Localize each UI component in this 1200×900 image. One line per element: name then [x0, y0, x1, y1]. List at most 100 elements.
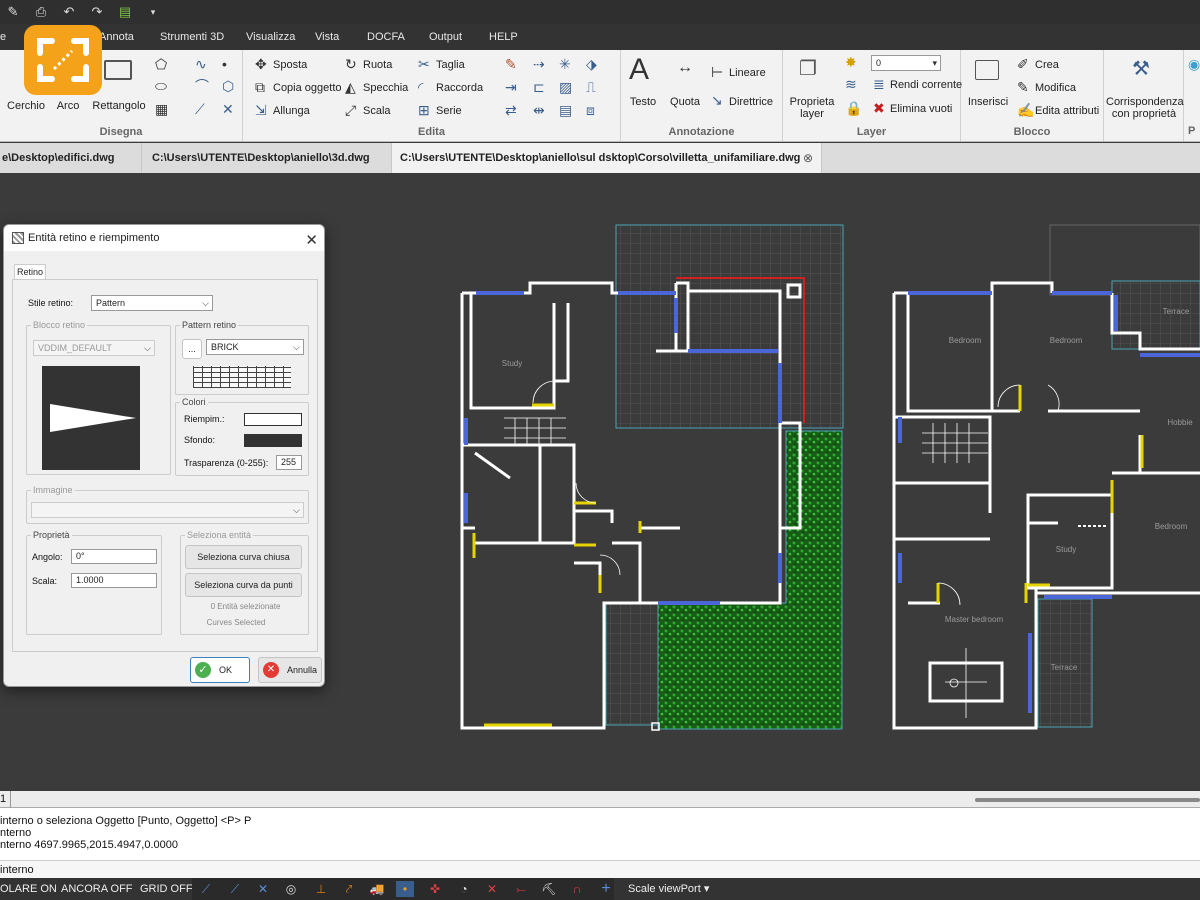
point-icon[interactable]: •	[222, 56, 227, 72]
pattern-dropdown[interactable]: BRICK ⌵	[206, 339, 304, 355]
seleziona-curva-punti-button[interactable]: Seleziona curva da punti	[185, 573, 302, 597]
annulla-button[interactable]: ✕ Annulla	[258, 657, 322, 683]
ray-icon[interactable]: ✕	[222, 101, 234, 117]
line-icon[interactable]: ⟋	[195, 101, 205, 117]
polyline-icon[interactable]: ⌒	[195, 78, 209, 94]
close-icon[interactable]: ✕	[305, 228, 318, 254]
proprieta-layer-button[interactable]: Proprieta layer	[785, 96, 839, 120]
layer-dropdown[interactable]: 0 ▾	[871, 55, 941, 71]
ok-button[interactable]: ✓ OK	[190, 657, 250, 683]
ancora-toggle[interactable]: ANCORA OFF	[61, 878, 133, 900]
hatch-icon[interactable]: ▦	[155, 101, 168, 117]
testo-button[interactable]: Testo	[623, 96, 663, 108]
undo-icon[interactable]: ↶	[60, 4, 78, 20]
polare-toggle[interactable]: OLARE ON	[0, 878, 57, 900]
tab-villetta[interactable]: C:\Users\UTENTE\Desktop\aniello\sul dskt…	[392, 143, 822, 173]
crea-button[interactable]: Crea	[1035, 58, 1059, 72]
ellipse-icon[interactable]: ⬭	[155, 78, 167, 94]
polygon-icon[interactable]: ⬠	[155, 56, 167, 72]
specchia-button[interactable]: Specchia	[363, 81, 408, 95]
join-icon[interactable]: ⇹	[533, 102, 545, 118]
order-icon[interactable]: ▤	[559, 102, 572, 118]
stile-dropdown[interactable]: Pattern ⌵	[91, 295, 213, 311]
osnap-midpoint-icon[interactable]: ⟋	[226, 881, 244, 897]
layout-tab[interactable]: 1	[0, 793, 6, 805]
horizontal-scrollbar[interactable]	[975, 798, 1200, 802]
osnap-nearest-icon[interactable]: ✜	[426, 881, 444, 897]
raccorda-button[interactable]: Raccorda	[436, 81, 483, 95]
menu-visualizza[interactable]: Visualizza	[246, 24, 295, 50]
layer-state-icon[interactable]: ✸	[845, 54, 857, 70]
scala-button[interactable]: Scala	[363, 104, 391, 118]
menu-output[interactable]: Output	[429, 24, 462, 50]
elimina-vuoti-button[interactable]: Elimina vuoti	[890, 102, 952, 116]
rendi-corrente-button[interactable]: Rendi corrente	[890, 78, 962, 92]
osnap-intersection-icon[interactable]: ✕	[254, 881, 272, 897]
menu-annota[interactable]: Annota	[99, 24, 134, 50]
layer-icon[interactable]: ▤	[116, 4, 134, 20]
arco-button[interactable]: Arco	[52, 100, 84, 112]
corrispondenza-button[interactable]: Corrispondenza con proprietà	[1106, 96, 1184, 120]
dropdown-icon[interactable]: ▾	[144, 7, 162, 18]
osnap-parallel-icon[interactable]: ⤚	[512, 881, 530, 897]
edita-attributi-button[interactable]: Edita attributi	[1035, 104, 1099, 118]
erase-icon[interactable]: ✎	[505, 56, 517, 72]
redo-icon[interactable]: ↷	[88, 4, 106, 20]
direttrice-button[interactable]: Direttrice	[729, 95, 773, 109]
fill-color-swatch[interactable]	[244, 413, 302, 426]
rettangolo-button[interactable]: Rettangolo	[92, 100, 146, 112]
serie-button[interactable]: Serie	[436, 104, 462, 118]
cerchio-button[interactable]: Cerchio	[6, 100, 46, 112]
osnap-endpoint-icon[interactable]: ⟋	[197, 881, 215, 897]
osnap-node-icon[interactable]: •	[396, 881, 414, 897]
sposta-button[interactable]: Sposta	[273, 58, 307, 72]
scale-viewport-dropdown[interactable]: Scale viewPort ▾	[628, 878, 709, 900]
lineare-button[interactable]: Lineare	[729, 66, 766, 80]
scala-input[interactable]: 1.0000	[71, 573, 157, 588]
break-icon[interactable]: ⇥	[505, 79, 517, 95]
menu-vista[interactable]: Vista	[315, 24, 339, 50]
extend-icon[interactable]: ⇢	[533, 56, 545, 72]
edit-polyline-icon[interactable]: ⬗	[586, 56, 597, 72]
lengthen-icon[interactable]: ⎍	[586, 79, 596, 95]
trasparenza-input[interactable]: 255	[276, 455, 302, 470]
taglia-button[interactable]: Taglia	[436, 58, 465, 72]
tab-3d[interactable]: C:\Users\UTENTE\Desktop\aniello\3d.dwg	[142, 143, 392, 173]
spline-icon[interactable]: ∿	[195, 56, 207, 72]
close-tab-icon[interactable]: ⊗	[803, 151, 813, 165]
layer-lock-icon[interactable]: 🔒	[845, 100, 862, 116]
osnap-extension-icon[interactable]: ⛏	[540, 881, 558, 897]
pattern-browse-button[interactable]: ...	[182, 339, 202, 359]
group-icon[interactable]: ⧈	[586, 102, 595, 118]
menu-docfa[interactable]: DOCFA	[367, 24, 405, 50]
angolo-input[interactable]: 0°	[71, 549, 157, 564]
osnap-insert-icon[interactable]: ◔	[455, 881, 473, 897]
menu-strumenti-3d[interactable]: Strumenti 3D	[160, 24, 224, 50]
osnap-tangent-icon[interactable]: ⤤	[340, 881, 358, 897]
osnap-quadrant-icon[interactable]: ⊥	[312, 881, 330, 897]
background-color-swatch[interactable]	[244, 434, 302, 447]
grid-toggle[interactable]: GRID OFF	[140, 878, 193, 900]
tab-edifici[interactable]: e\Desktop\edifici.dwg	[0, 143, 142, 173]
osnap-perpendicular-icon[interactable]: 🚚	[368, 881, 386, 897]
save-icon[interactable]: ✎	[4, 4, 22, 20]
explode-icon[interactable]: ✳	[559, 56, 571, 72]
osnap-center-icon[interactable]: ◎	[282, 881, 300, 897]
chamfer-icon[interactable]: ▨	[559, 79, 572, 95]
align-icon[interactable]: ⇄	[505, 102, 517, 118]
quota-button[interactable]: Quota	[665, 96, 705, 108]
offset-icon[interactable]: ⊏	[533, 79, 545, 95]
tab-retino[interactable]: Retino	[14, 264, 46, 280]
allunga-button[interactable]: Allunga	[273, 104, 310, 118]
modifica-button[interactable]: Modifica	[1035, 81, 1076, 95]
copia-oggetto-button[interactable]: Copia oggetto	[273, 81, 342, 95]
menu-home[interactable]: e	[0, 24, 6, 50]
crosshair-icon[interactable]: +	[597, 881, 615, 897]
print-icon[interactable]: ⎙	[32, 4, 50, 20]
color-wheel-icon[interactable]: ◉	[1188, 56, 1200, 72]
menu-help[interactable]: HELP	[489, 24, 518, 50]
ruota-button[interactable]: Ruota	[363, 58, 392, 72]
osnap-apparent-icon[interactable]: ✕	[483, 881, 501, 897]
layer-match-icon[interactable]: ≋	[845, 76, 857, 92]
command-input[interactable]: interno	[0, 860, 1200, 878]
